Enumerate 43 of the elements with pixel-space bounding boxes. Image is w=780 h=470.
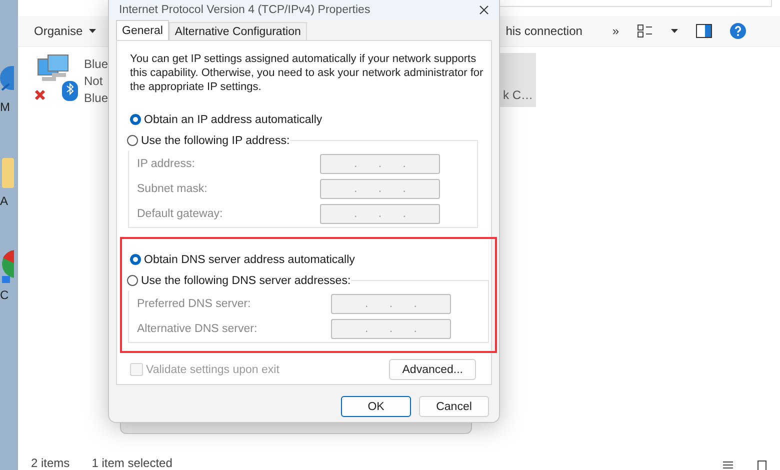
radio-button[interactable]: [130, 254, 141, 265]
selected-item[interactable]: k C…: [500, 53, 536, 107]
field-label: Default gateway:: [137, 208, 223, 220]
close-icon[interactable]: [479, 5, 489, 15]
desktop-icon-label: C: [0, 288, 9, 302]
item-text: Blue: [84, 90, 108, 107]
tab[interactable]: General: [116, 20, 169, 40]
tab[interactable]: Alternative Configuration: [168, 22, 307, 40]
radio-option[interactable]: Obtain DNS server address automatically: [130, 249, 489, 270]
details-view-icon[interactable]: [722, 460, 734, 470]
item-text: Not: [84, 73, 104, 90]
field-label: Alternative DNS server:: [137, 322, 258, 334]
network-item[interactable]: Blue Not Blue: [34, 53, 108, 107]
more-button[interactable]: »: [612, 24, 620, 38]
help-icon[interactable]: [730, 23, 746, 39]
item-text: k C…: [503, 87, 534, 104]
tiles-view-icon[interactable]: [756, 460, 768, 470]
desktop-icon-label: A: [0, 194, 8, 208]
caret-icon: [88, 29, 96, 33]
radio-button[interactable]: [130, 114, 141, 125]
view-icon[interactable]: [637, 24, 654, 38]
field-label: Preferred DNS server:: [137, 298, 251, 310]
network-adapter-icon: [34, 53, 80, 103]
toolbar-action[interactable]: his connection: [506, 24, 582, 38]
ok-button[interactable]: OK: [341, 396, 411, 417]
organise-menu[interactable]: Organise: [34, 24, 96, 38]
radio-button[interactable]: [127, 135, 138, 146]
radio-option[interactable]: Obtain an IP address automatically: [130, 109, 478, 130]
preview-pane-icon[interactable]: [696, 24, 712, 38]
caret-icon[interactable]: [671, 29, 678, 33]
cancel-button[interactable]: Cancel: [419, 396, 489, 417]
desktop-icon-label: M: [0, 100, 10, 114]
item-text: Blue: [84, 56, 108, 73]
radio-button[interactable]: [127, 275, 138, 286]
field-label: Subnet mask:: [137, 182, 208, 194]
radio-option[interactable]: Use the following IP address:: [127, 130, 290, 151]
window-title: Internet Protocol Version 4 (TCP/IPv4) Properties: [119, 4, 372, 16]
item-count: 2 items: [31, 456, 70, 470]
advanced-button[interactable]: Advanced...: [389, 359, 476, 380]
radio-option[interactable]: Use the following DNS server addresses:: [127, 270, 351, 291]
field-label: IP address:: [137, 158, 195, 170]
selection-count: 1 item selected: [92, 456, 172, 470]
description-text: You can get IP settings assigned automatically if your network supports this capability. Otherwise, you need to ask your network administrator for the appropriate IP settings.: [130, 52, 484, 94]
